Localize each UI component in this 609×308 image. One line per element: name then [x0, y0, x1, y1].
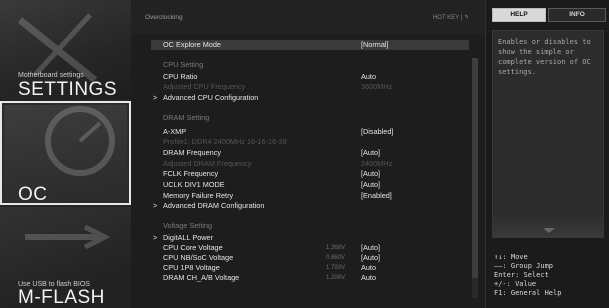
help-box: Enables or disables to show the simple o…: [492, 30, 604, 238]
setting-row[interactable]: DRAM CH_A/B Voltage 1.208V Auto: [151, 273, 469, 283]
setting-label: DigitALL Power: [163, 233, 214, 242]
submenu-row[interactable]: > Advanced DRAM Configuration: [151, 201, 469, 211]
main-header: Overclocking HOT KEY | ↰: [131, 0, 485, 34]
setting-value[interactable]: Auto: [361, 263, 376, 273]
tab-help[interactable]: HELP: [492, 8, 546, 22]
current-voltage: 0.860V: [326, 255, 346, 261]
setting-label: FCLK Frequency: [163, 169, 219, 178]
settings-tile[interactable]: Motherboard settings SETTINGS: [0, 0, 131, 99]
setting-row[interactable]: OC Explore Mode [Normal]: [151, 40, 469, 50]
scrollbar-thumb[interactable]: [472, 58, 478, 278]
setting-value[interactable]: Auto: [361, 72, 376, 82]
setting-label: DRAM CH_A/B Voltage: [163, 273, 240, 282]
setting-value[interactable]: [Normal]: [361, 40, 389, 50]
setting-label: Advanced CPU Configuration: [163, 93, 259, 102]
key-hint: F1: General Help: [494, 289, 562, 297]
setting-row: Adjusted DRAM Frequency 2400MHz: [151, 159, 469, 169]
setting-value[interactable]: [Auto]: [361, 243, 380, 253]
setting-value: 3600MHz: [361, 82, 393, 91]
setting-label: Profile1: DDR4 2400MHz 16-16-16-39: [163, 137, 287, 146]
submenu-row[interactable]: > DigitALL Power: [151, 233, 469, 243]
chevron-right-icon: >: [153, 93, 158, 102]
setting-row[interactable]: FCLK Frequency [Auto]: [151, 169, 469, 179]
chevron-right-icon: >: [153, 201, 158, 210]
current-voltage: 1.793V: [326, 265, 346, 271]
setting-value[interactable]: [Disabled]: [361, 127, 393, 137]
setting-label: OC Explore Mode: [163, 40, 221, 49]
setting-label: UCLK DIV1 MODE: [163, 180, 225, 189]
sidebar: Motherboard settings SETTINGS OC Use USB…: [0, 0, 131, 308]
setting-row[interactable]: CPU 1P8 Voltage 1.793V Auto: [151, 263, 469, 273]
current-voltage: 1.368V: [326, 245, 346, 251]
key-hint: ↑↓: Move: [494, 253, 528, 261]
hotkey-label[interactable]: HOT KEY | ↰: [433, 14, 469, 21]
section-header: Voltage Setting: [151, 221, 469, 231]
setting-row[interactable]: CPU Ratio Auto: [151, 72, 469, 82]
help-text: Enables or disables to show the simple o…: [498, 38, 591, 76]
setting-row[interactable]: CPU Core Voltage 1.368V [Auto]: [151, 243, 469, 253]
oc-title: OC: [18, 184, 48, 205]
setting-label: CPU Ratio: [163, 72, 198, 81]
setting-label: Adjusted DRAM Frequency: [163, 159, 252, 168]
tab-info[interactable]: INFO: [548, 8, 606, 22]
help-panel: HELP INFO Enables or disables to show th…: [485, 0, 609, 308]
setting-value[interactable]: [Auto]: [361, 169, 380, 179]
section-header: CPU Setting: [151, 60, 469, 70]
setting-value[interactable]: [Auto]: [361, 253, 380, 263]
setting-row[interactable]: CPU NB/SoC Voltage 0.860V [Auto]: [151, 253, 469, 263]
submenu-row[interactable]: > Advanced CPU Configuration: [151, 93, 469, 103]
setting-label: Voltage Setting: [163, 221, 213, 230]
setting-label: Advanced DRAM Configuration: [163, 201, 265, 210]
setting-value[interactable]: [Auto]: [361, 180, 380, 190]
setting-label: CPU 1P8 Voltage: [163, 263, 220, 272]
main-panel: Overclocking HOT KEY | ↰ OC Explore Mode…: [131, 0, 485, 308]
key-hint: Enter: Select: [494, 271, 549, 279]
mflash-title: M-FLASH: [18, 287, 105, 308]
chevron-right-icon: >: [153, 233, 158, 242]
oc-tile[interactable]: OC: [0, 101, 131, 205]
setting-row[interactable]: UCLK DIV1 MODE [Auto]: [151, 180, 469, 190]
setting-label: DRAM Frequency: [163, 148, 221, 157]
setting-row[interactable]: DRAM Frequency [Auto]: [151, 148, 469, 158]
setting-value[interactable]: [Enabled]: [361, 191, 392, 201]
setting-label: CPU NB/SoC Voltage: [163, 253, 234, 262]
mflash-tile[interactable]: Use USB to flash BIOS M-FLASH: [0, 207, 131, 308]
setting-row: Profile1: DDR4 2400MHz 16-16-16-39: [151, 137, 469, 147]
setting-label: Memory Failure Retry: [163, 191, 234, 200]
chevron-down-icon: [543, 228, 555, 233]
settings-title: SETTINGS: [18, 79, 118, 99]
scrollbar[interactable]: [472, 58, 478, 298]
current-voltage: 1.208V: [326, 275, 346, 281]
setting-label: CPU Core Voltage: [163, 243, 223, 252]
setting-value[interactable]: [Auto]: [361, 148, 380, 158]
setting-row: Adjusted CPU Frequency 3600MHz: [151, 82, 469, 92]
setting-row[interactable]: A-XMP [Disabled]: [151, 127, 469, 137]
page-title: Overclocking: [145, 14, 183, 21]
settings-list: OC Explore Mode [Normal] CPU Setting CPU Ra…: [151, 36, 469, 308]
key-hint: ——: Group Jump: [494, 262, 554, 270]
help-tabs: HELP INFO: [492, 8, 606, 22]
setting-value[interactable]: Auto: [361, 273, 376, 283]
setting-label: DRAM Setting: [163, 113, 210, 122]
key-hint: +/-: Value: [494, 280, 537, 288]
setting-label: CPU Setting: [163, 60, 204, 69]
key-legend: ↑↓: Move ——: Group Jump Enter: Select +/-: …: [494, 253, 561, 298]
setting-row[interactable]: Memory Failure Retry [Enabled]: [151, 191, 469, 201]
section-header: DRAM Setting: [151, 113, 469, 123]
settings-subtitle: Motherboard settings: [18, 72, 84, 79]
setting-label: A-XMP: [163, 127, 187, 136]
setting-label: Adjusted CPU Frequency: [163, 82, 246, 91]
setting-value: 2400MHz: [361, 159, 393, 168]
